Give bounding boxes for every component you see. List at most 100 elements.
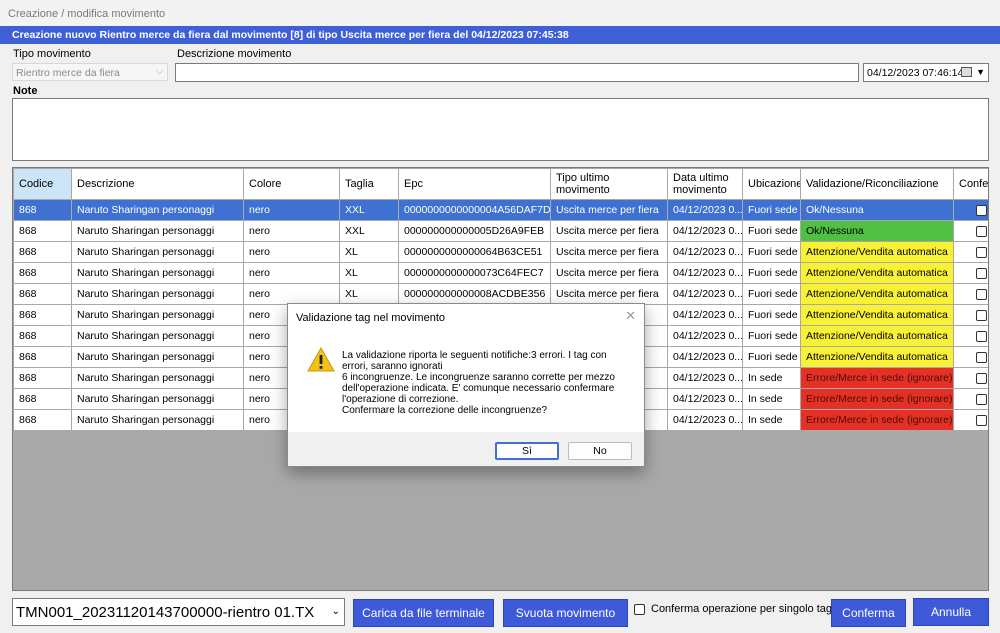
cell-conferma bbox=[953, 283, 988, 305]
table-row[interactable]: 868 Naruto Sharingan personaggi nero XL 0000… bbox=[13, 283, 988, 305]
table-row[interactable]: 868 Naruto Sharingan personaggi nero XL 0000… bbox=[13, 262, 988, 284]
row-confirm-checkbox[interactable] bbox=[975, 225, 987, 237]
tipo-movimento-label: Tipo movimento bbox=[13, 48, 91, 60]
row-confirm-checkbox[interactable] bbox=[975, 288, 987, 300]
cell-data-ultimo-movimento: 04/12/2023 0... bbox=[667, 241, 743, 263]
load-from-terminal-button[interactable]: Carica da file terminale bbox=[353, 599, 494, 627]
cell-codice: 868 bbox=[13, 199, 72, 221]
table-row[interactable]: 868 Naruto Sharingan personaggi nero XL 0000… bbox=[13, 241, 988, 263]
cell-tipo-ultimo-movimento: Uscita merce per fiera bbox=[550, 199, 668, 221]
cell-data-ultimo-movimento: 04/12/2023 0... bbox=[667, 346, 743, 368]
dialog-body: La validazione riporta le seguenti notif… bbox=[288, 332, 644, 433]
cell-conferma bbox=[953, 241, 988, 263]
table-row[interactable]: 868 Naruto Sharingan personaggi nero XXL 000… bbox=[13, 199, 988, 221]
cell-conferma bbox=[953, 325, 988, 347]
warning-icon bbox=[307, 347, 335, 372]
terminal-file-select[interactable]: TMN001_20231120143700000-rientro 01.TX ⌄ bbox=[12, 598, 345, 626]
column-header-taglia[interactable]: Taglia bbox=[339, 168, 399, 200]
cell-colore: nero bbox=[243, 241, 340, 263]
cell-taglia: XXL bbox=[339, 220, 399, 242]
cell-codice: 868 bbox=[13, 388, 72, 410]
row-confirm-checkbox[interactable] bbox=[975, 246, 987, 258]
cell-epc: 0000000000000004A56DAF7D bbox=[398, 199, 551, 221]
cell-codice: 868 bbox=[13, 220, 72, 242]
column-header-tipo-ultimo-movimento[interactable]: Tipo ultimo movimento bbox=[550, 168, 668, 200]
cell-conferma bbox=[953, 199, 988, 221]
cell-validazione: Attenzione/Vendita automatica bbox=[800, 283, 954, 305]
column-header-colore[interactable]: Colore bbox=[243, 168, 340, 200]
cell-validazione: Attenzione/Vendita automatica bbox=[800, 262, 954, 284]
clear-movement-button[interactable]: Svuota movimento bbox=[503, 599, 628, 627]
cell-conferma bbox=[953, 409, 988, 431]
row-confirm-checkbox[interactable] bbox=[975, 393, 987, 405]
column-header-ubicazione[interactable]: Ubicazione bbox=[742, 168, 801, 200]
note-textarea[interactable] bbox=[12, 98, 989, 161]
calendar-icon[interactable] bbox=[961, 67, 972, 77]
cell-validazione: Attenzione/Vendita automatica bbox=[800, 346, 954, 368]
row-confirm-checkbox[interactable] bbox=[975, 204, 987, 216]
cell-data-ultimo-movimento: 04/12/2023 0... bbox=[667, 304, 743, 326]
yes-button[interactable]: Sì bbox=[495, 442, 559, 460]
close-icon[interactable]: ✕ bbox=[625, 308, 636, 324]
dialog-footer: Sì No bbox=[288, 432, 644, 466]
cancel-button[interactable]: Annulla bbox=[913, 598, 989, 626]
chevron-down-icon[interactable]: ▼ bbox=[976, 67, 985, 77]
column-header-epc[interactable]: Epc bbox=[398, 168, 551, 200]
column-header-validazione[interactable]: Validazione/Riconciliazione bbox=[800, 168, 954, 200]
cell-descrizione: Naruto Sharingan personaggi bbox=[71, 241, 244, 263]
tipo-movimento-select[interactable]: Rientro merce da fiera ⌵ bbox=[12, 63, 168, 81]
row-confirm-checkbox[interactable] bbox=[975, 267, 987, 279]
cell-descrizione: Naruto Sharingan personaggi bbox=[71, 304, 244, 326]
column-header-data-ultimo-movimento[interactable]: Data ultimo movimento bbox=[667, 168, 743, 200]
cell-codice: 868 bbox=[13, 283, 72, 305]
cell-data-ultimo-movimento: 04/12/2023 0... bbox=[667, 220, 743, 242]
cell-descrizione: Naruto Sharingan personaggi bbox=[71, 388, 244, 410]
column-header-conferma[interactable]: Confe bbox=[953, 168, 988, 200]
column-header-codice[interactable]: Codice bbox=[13, 168, 72, 200]
cell-epc: 000000000000005D26A9FEB bbox=[398, 220, 551, 242]
cell-taglia: XXL bbox=[339, 199, 399, 221]
row-confirm-checkbox[interactable] bbox=[975, 309, 987, 321]
row-confirm-checkbox[interactable] bbox=[975, 372, 987, 384]
cell-conferma bbox=[953, 388, 988, 410]
descrizione-movimento-input[interactable] bbox=[175, 63, 859, 82]
cell-validazione: Attenzione/Vendita automatica bbox=[800, 241, 954, 263]
cell-data-ultimo-movimento: 04/12/2023 0... bbox=[667, 199, 743, 221]
window-title: Creazione / modifica movimento bbox=[0, 0, 1000, 26]
cell-descrizione: Naruto Sharingan personaggi bbox=[71, 262, 244, 284]
cell-data-ultimo-movimento: 04/12/2023 0... bbox=[667, 262, 743, 284]
row-confirm-checkbox[interactable] bbox=[975, 351, 987, 363]
cell-codice: 868 bbox=[13, 325, 72, 347]
cell-descrizione: Naruto Sharingan personaggi bbox=[71, 283, 244, 305]
cell-ubicazione: In sede bbox=[742, 367, 801, 389]
cell-validazione: Errore/Merce in sede (ignorare) bbox=[800, 409, 954, 431]
no-button[interactable]: No bbox=[568, 442, 632, 460]
cell-validazione: Ok/Nessuna bbox=[800, 199, 954, 221]
row-confirm-checkbox[interactable] bbox=[975, 414, 987, 426]
table-row[interactable]: 868 Naruto Sharingan personaggi nero XXL 000… bbox=[13, 220, 988, 242]
cell-descrizione: Naruto Sharingan personaggi bbox=[71, 346, 244, 368]
cell-taglia: XL bbox=[339, 283, 399, 305]
cell-ubicazione: Fuori sede bbox=[742, 346, 801, 368]
confirm-button[interactable]: Conferma bbox=[831, 599, 906, 627]
note-label: Note bbox=[13, 85, 38, 97]
chevron-down-icon: ⌵ bbox=[156, 66, 163, 76]
row-confirm-checkbox[interactable] bbox=[975, 330, 987, 342]
cell-conferma bbox=[953, 346, 988, 368]
single-tag-confirm-option[interactable]: Conferma operazione per singolo tag bbox=[634, 603, 832, 615]
cell-ubicazione: Fuori sede bbox=[742, 283, 801, 305]
single-tag-confirm-checkbox[interactable] bbox=[634, 603, 645, 615]
dialog-title: Validazione tag nel movimento bbox=[296, 312, 445, 324]
cell-descrizione: Naruto Sharingan personaggi bbox=[71, 220, 244, 242]
descrizione-movimento-label: Descrizione movimento bbox=[177, 48, 292, 60]
cell-validazione: Ok/Nessuna bbox=[800, 220, 954, 242]
cell-ubicazione: Fuori sede bbox=[742, 325, 801, 347]
date-picker[interactable]: 04/12/2023 07:46:14 ▼ bbox=[863, 63, 989, 82]
banner: Creazione nuovo Rientro merce da fiera d… bbox=[0, 26, 1000, 44]
cell-descrizione: Naruto Sharingan personaggi bbox=[71, 409, 244, 431]
column-header-descrizione[interactable]: Descrizione bbox=[71, 168, 244, 200]
cell-colore: nero bbox=[243, 262, 340, 284]
cell-ubicazione: In sede bbox=[742, 388, 801, 410]
cell-ubicazione: Fuori sede bbox=[742, 220, 801, 242]
cell-data-ultimo-movimento: 04/12/2023 0... bbox=[667, 367, 743, 389]
